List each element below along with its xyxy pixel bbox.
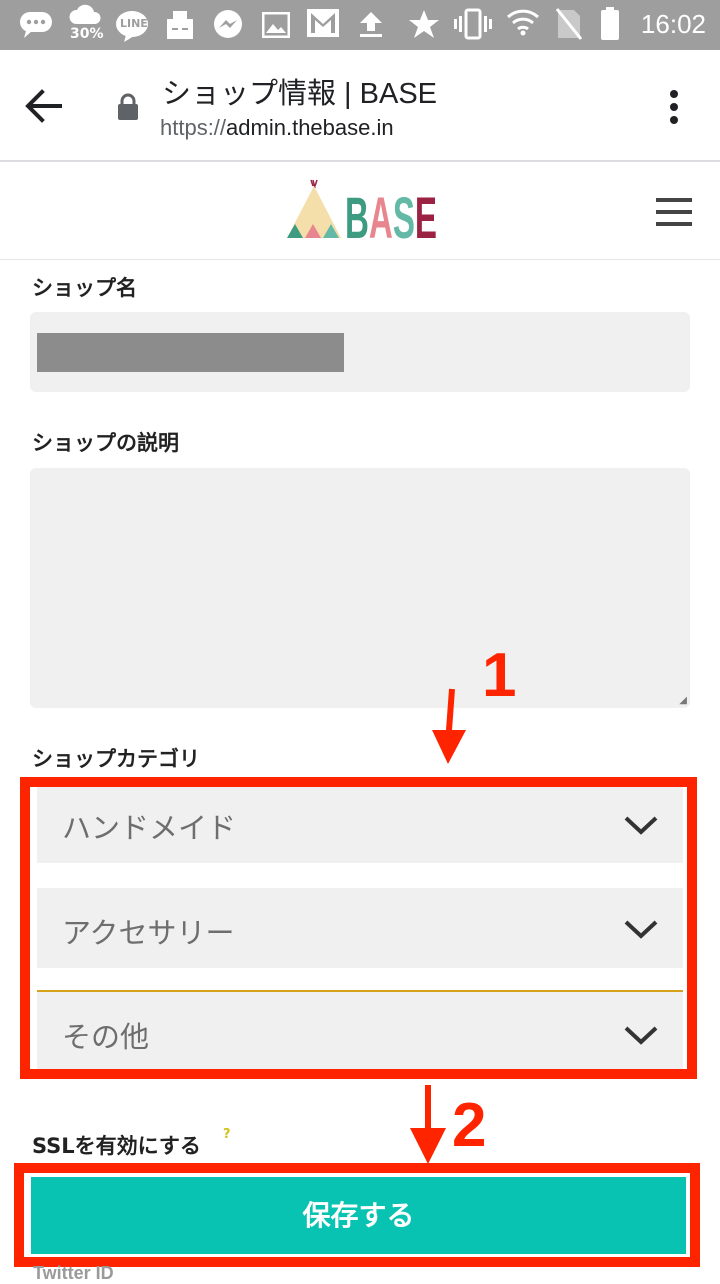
shop-name-field[interactable] xyxy=(30,312,690,392)
annotation-step-2: 2 xyxy=(452,1091,487,1160)
shop-description-label: ショップの説明 xyxy=(32,431,179,455)
ssl-label: SSLを有効にする xyxy=(32,1134,201,1158)
svg-text:BASE: BASE xyxy=(345,186,437,244)
messenger-icon xyxy=(212,9,244,45)
shop-description-field[interactable]: ◢ xyxy=(30,468,690,708)
site-header: BASE xyxy=(0,164,720,260)
package-icon xyxy=(164,9,196,45)
upload-icon xyxy=(358,10,384,42)
base-logo[interactable]: BASE xyxy=(283,174,443,251)
twitter-id-label: Twitter ID xyxy=(33,1263,114,1283)
resize-grip-icon[interactable]: ◢ xyxy=(679,695,687,706)
annotation-arrow-2-icon xyxy=(406,1082,450,1172)
clock: 16:02 xyxy=(640,9,706,39)
line-label: LINE xyxy=(120,17,148,30)
url-host: admin.thebase.in xyxy=(226,115,394,140)
annotation-step-1: 1 xyxy=(482,641,517,710)
gmail-icon xyxy=(306,8,340,42)
browser-toolbar: ショップ情報 | BASE https://admin.thebase.in xyxy=(0,50,720,162)
page-title[interactable]: ショップ情報 | BASE xyxy=(162,70,437,112)
battery-icon xyxy=(600,7,620,45)
no-sim-icon xyxy=(555,8,583,44)
lock-icon[interactable] xyxy=(117,93,139,125)
url-scheme: https:// xyxy=(160,115,227,140)
annotation-arrow-1-icon xyxy=(428,686,472,772)
image-icon xyxy=(261,11,291,42)
page-url[interactable]: https://admin.thebase.in xyxy=(160,115,394,141)
highlight-box-save xyxy=(14,1163,700,1267)
wifi-icon xyxy=(506,8,540,40)
more-options-icon[interactable] xyxy=(664,88,684,132)
ssl-help-icon[interactable]: ? xyxy=(223,1127,231,1142)
redacted-block xyxy=(37,333,344,372)
vibrate-icon xyxy=(454,8,492,44)
shop-category-label: ショップカテゴリ xyxy=(32,747,200,771)
back-arrow-icon[interactable] xyxy=(24,86,64,130)
star-icon xyxy=(408,8,440,44)
chat-bubble-icon xyxy=(18,9,54,45)
highlight-box-categories xyxy=(20,777,697,1079)
shop-name-label: ショップ名 xyxy=(32,276,137,300)
battery-badge: 30% xyxy=(70,26,104,42)
hamburger-menu-icon[interactable] xyxy=(656,197,692,231)
status-bar: 30% LINE 16:02 xyxy=(0,0,720,50)
